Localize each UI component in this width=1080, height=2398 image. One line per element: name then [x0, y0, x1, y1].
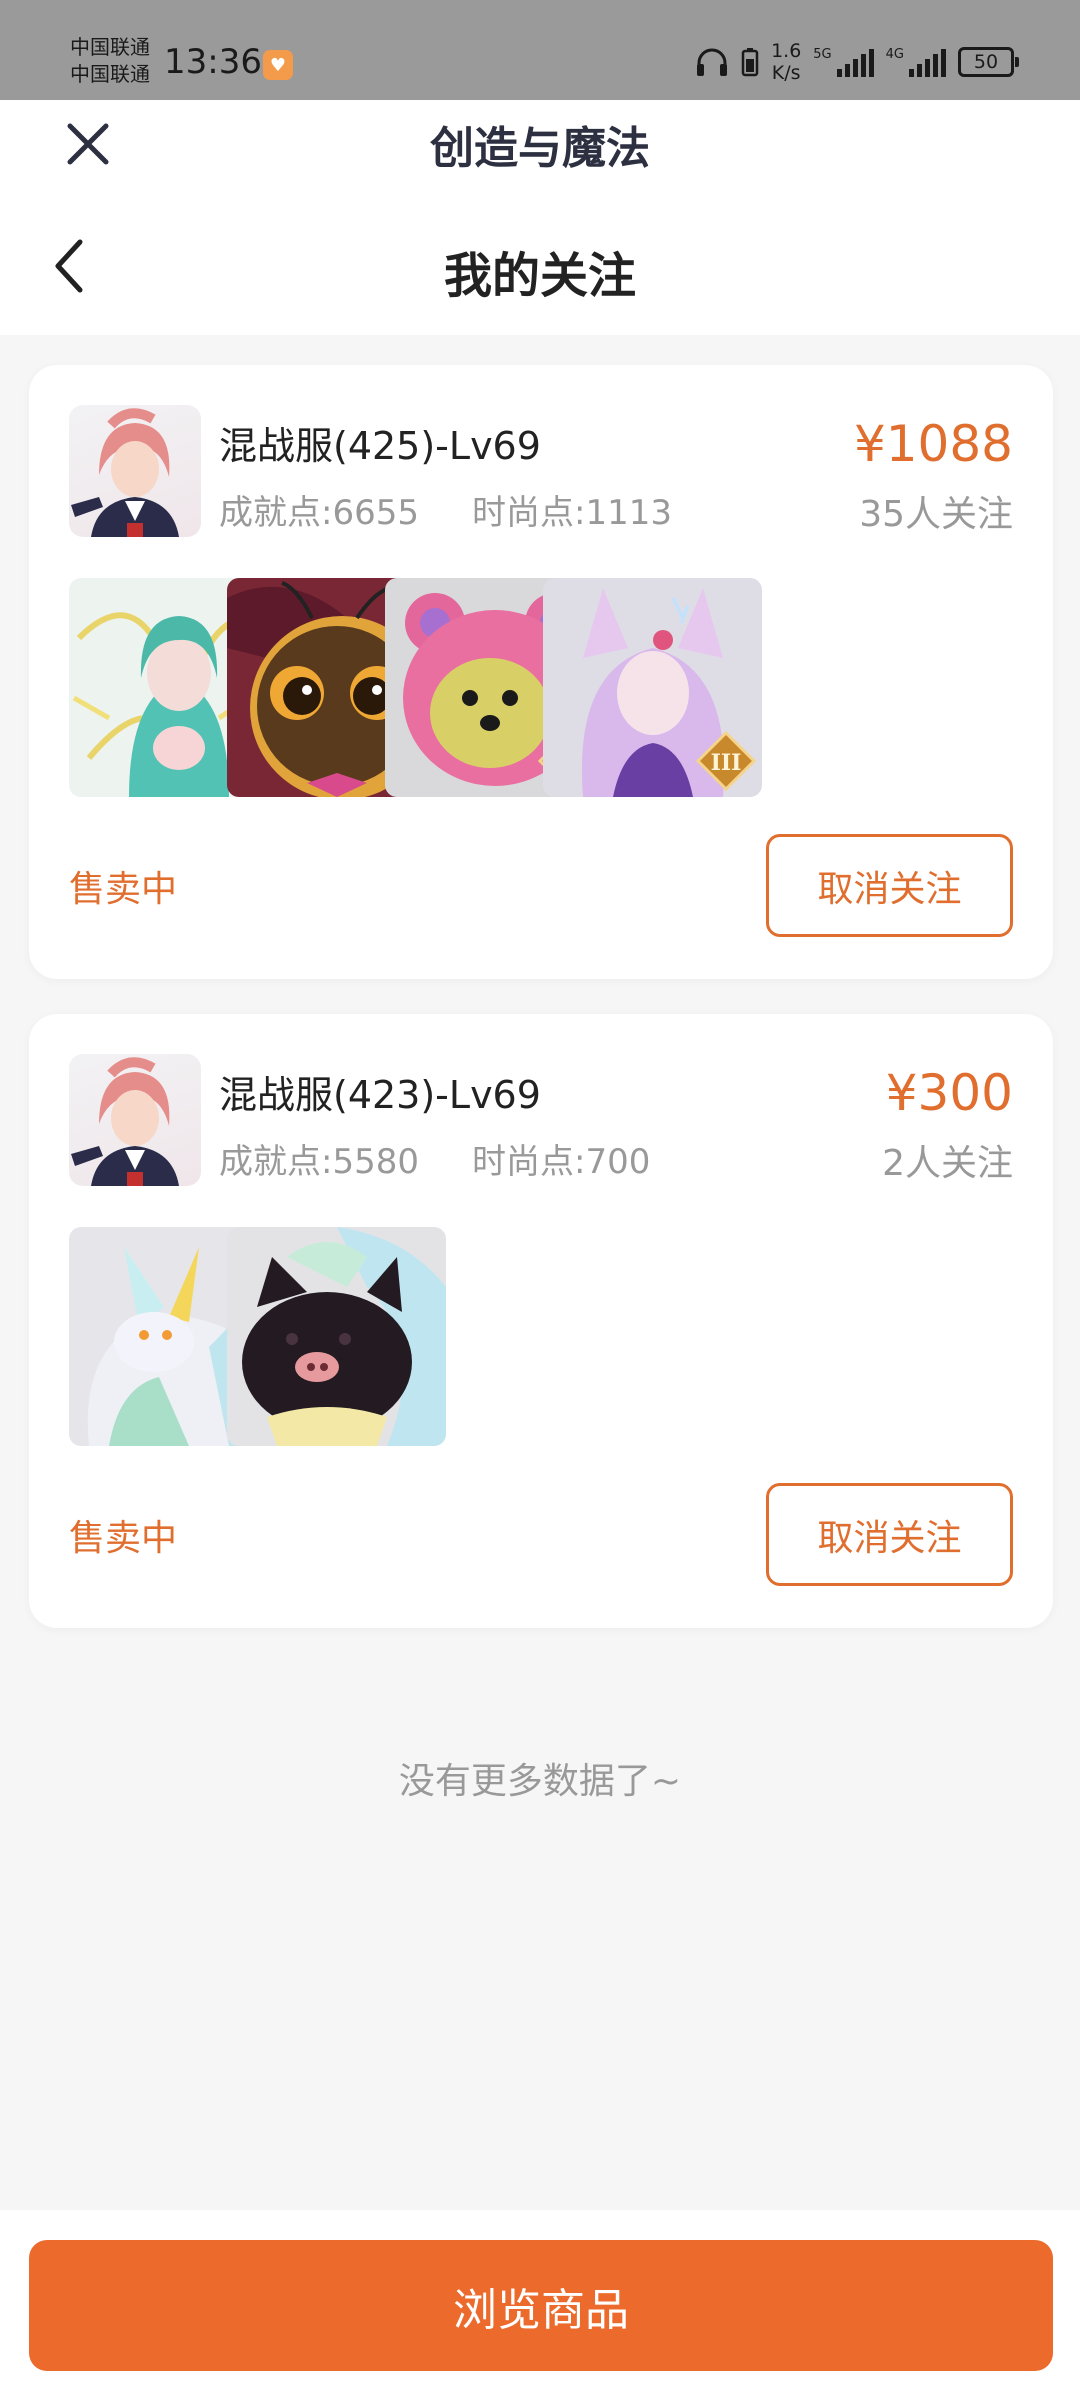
- rank-badge-icon: III: [696, 731, 756, 791]
- net-speed: 1.6 K/s: [771, 40, 801, 84]
- net-speed-unit: K/s: [771, 62, 801, 84]
- character-avatar: [69, 405, 201, 537]
- carrier-2: 中国联通: [70, 62, 150, 86]
- follower-count: 2人关注: [882, 1143, 1013, 1184]
- price: ¥1088: [853, 415, 1013, 473]
- browse-products-button[interactable]: 浏览商品: [29, 2240, 1053, 2371]
- achievement-points: 成就点:5580: [219, 1142, 419, 1182]
- item-thumbnail[interactable]: [227, 1227, 446, 1446]
- fashion-points: 时尚点:700: [472, 1142, 651, 1182]
- carrier-1: 中国联通: [70, 35, 150, 59]
- item-thumbnail-image: [227, 1227, 446, 1446]
- achievement-points: 成就点:6655: [219, 493, 419, 533]
- status-time: 13:36: [164, 42, 262, 82]
- rank-badge-label: III: [711, 750, 742, 776]
- sale-status: 售卖中: [69, 1518, 178, 1559]
- bottom-bar: 浏览商品: [0, 2210, 1080, 2398]
- page-title: 我的关注: [443, 248, 636, 304]
- battery-small-icon: [741, 48, 759, 77]
- follower-count: 35人关注: [859, 494, 1013, 535]
- character-avatar-image: [71, 408, 179, 537]
- unfollow-button[interactable]: 取消关注: [766, 834, 1013, 937]
- listing-card[interactable]: 混战服(425)-Lv69 成就点:6655 时尚点:1113 ¥1088 35…: [29, 365, 1053, 979]
- item-thumbnail[interactable]: III: [543, 578, 762, 797]
- price: ¥300: [885, 1064, 1013, 1122]
- status-bar: 中国联通 中国联通 13:36 ♥ 1.6 K/s 5G 4G 50: [0, 0, 1080, 100]
- listing-card[interactable]: 混战服(423)-Lv69 成就点:5580 时尚点:700 ¥300 2人关注: [29, 1014, 1053, 1628]
- fashion-points: 时尚点:1113: [472, 493, 672, 533]
- server-name: 混战服(423)-Lv69: [219, 1073, 541, 1117]
- battery-level: 50: [973, 51, 999, 73]
- net-speed-value: 1.6: [771, 40, 802, 62]
- headphones-icon: [697, 48, 728, 76]
- unfollow-button[interactable]: 取消关注: [766, 1483, 1013, 1586]
- app-title: 创造与魔法: [430, 123, 650, 174]
- signal-2-label: 4G: [885, 47, 904, 62]
- heart-app-icon: ♥: [263, 50, 293, 80]
- character-avatar-image: [71, 1057, 179, 1186]
- battery-icon: 50: [958, 47, 1019, 77]
- carrier-info: 中国联通 中国联通: [70, 34, 150, 88]
- signal-1-label: 5G: [813, 47, 832, 62]
- app-header: 创造与魔法 我的关注: [0, 100, 1080, 335]
- character-avatar: [69, 1054, 201, 1186]
- signal-5g-icon: 5G: [813, 47, 874, 77]
- sale-status: 售卖中: [69, 869, 178, 910]
- signal-4g-icon: 4G: [886, 47, 946, 77]
- server-name: 混战服(425)-Lv69: [219, 424, 541, 468]
- end-of-list-text: 没有更多数据了~: [398, 1761, 682, 1802]
